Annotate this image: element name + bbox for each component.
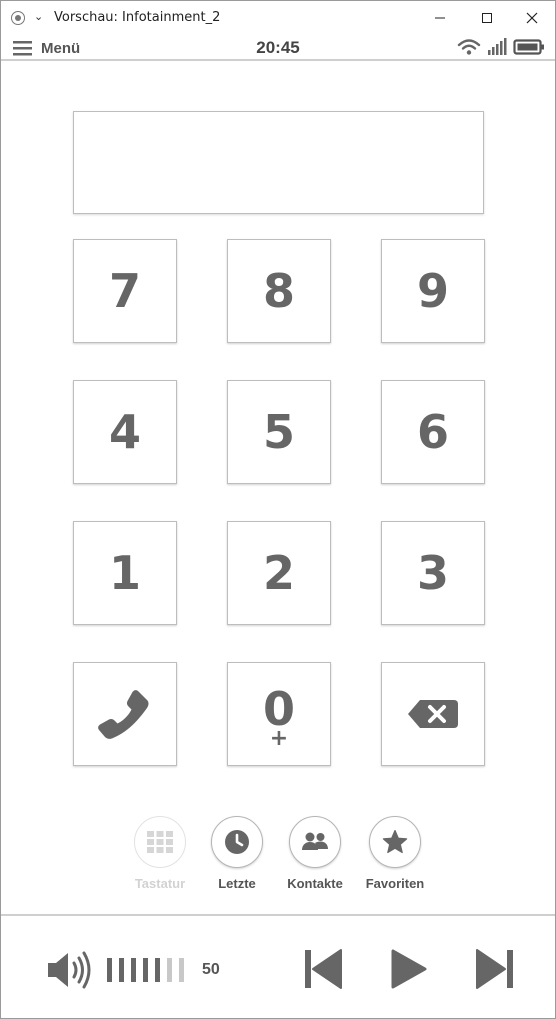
key-label: 6	[416, 405, 449, 459]
volume-bar	[143, 958, 148, 982]
key-label: 0	[262, 682, 295, 736]
signal-icon	[488, 38, 507, 55]
key-2[interactable]: 2	[227, 521, 331, 625]
tab-letzte[interactable]: Letzte	[192, 816, 282, 891]
phone-icon	[98, 690, 149, 739]
volume-bar	[131, 958, 136, 982]
maximize-button[interactable]	[472, 5, 502, 31]
previous-icon[interactable]	[303, 948, 345, 990]
key-7[interactable]: 7	[73, 239, 177, 343]
volume-bar	[179, 958, 184, 982]
key-sublabel: +	[269, 726, 289, 751]
next-icon[interactable]	[473, 948, 515, 990]
app-icon	[11, 11, 25, 25]
media-bar: 50	[1, 914, 555, 1018]
window-title: Vorschau: Infotainment_2	[54, 10, 221, 25]
backspace-button[interactable]	[381, 662, 485, 766]
tab-label: Kontakte	[287, 876, 343, 891]
title-bar: ⌄ Vorschau: Infotainment_2	[1, 1, 555, 35]
contacts-icon	[302, 832, 328, 850]
tab-label: Favoriten	[365, 876, 425, 891]
key-label: 3	[416, 546, 449, 600]
close-icon	[526, 12, 538, 24]
volume-bar	[119, 958, 124, 982]
tab-kontakte[interactable]: Kontakte	[270, 816, 360, 891]
key-label: 2	[262, 546, 295, 600]
tab-icon-container	[369, 816, 421, 868]
tab-label: Letzte	[218, 876, 256, 891]
key-label: 7	[108, 264, 141, 318]
volume-bar	[167, 958, 172, 982]
key-label: 8	[262, 264, 295, 318]
key-0[interactable]: 0 +	[227, 662, 331, 766]
volume-slider[interactable]	[105, 956, 191, 984]
speaker-icon[interactable]	[46, 950, 96, 990]
status-bar: Menü 20:45	[1, 35, 555, 61]
maximize-icon	[482, 13, 492, 23]
key-label: 5	[262, 405, 295, 459]
tab-icon-container	[289, 816, 341, 868]
key-8[interactable]: 8	[227, 239, 331, 343]
call-button[interactable]	[73, 662, 177, 766]
tab-icon-container	[211, 816, 263, 868]
key-5[interactable]: 5	[227, 380, 331, 484]
keypad-icon	[147, 831, 173, 853]
key-label: 4	[108, 405, 141, 459]
clock-icon	[225, 830, 249, 854]
star-icon	[382, 829, 408, 854]
key-9[interactable]: 9	[381, 239, 485, 343]
close-button[interactable]	[517, 5, 547, 31]
volume-bar	[107, 958, 112, 982]
key-label: 1	[108, 546, 141, 600]
key-4[interactable]: 4	[73, 380, 177, 484]
tab-favoriten[interactable]: Favoriten	[350, 816, 440, 891]
app-window: ⌄ Vorschau: Infotainment_2 Menü 20:45 7 …	[0, 0, 556, 1019]
battery-icon	[513, 39, 544, 55]
tab-label: Tastatur	[134, 876, 186, 891]
tab-icon-container	[134, 816, 186, 868]
volume-bar	[155, 958, 160, 982]
minimize-icon	[435, 17, 445, 19]
backspace-icon	[408, 700, 458, 728]
chevron-down-icon[interactable]: ⌄	[34, 10, 43, 23]
key-1[interactable]: 1	[73, 521, 177, 625]
wifi-icon	[457, 39, 481, 55]
key-6[interactable]: 6	[381, 380, 485, 484]
volume-value: 50	[202, 961, 220, 978]
play-icon[interactable]	[389, 948, 429, 990]
key-3[interactable]: 3	[381, 521, 485, 625]
key-label: 9	[416, 264, 449, 318]
number-display[interactable]	[73, 111, 484, 214]
minimize-button[interactable]	[425, 5, 455, 31]
status-icons	[457, 38, 545, 56]
